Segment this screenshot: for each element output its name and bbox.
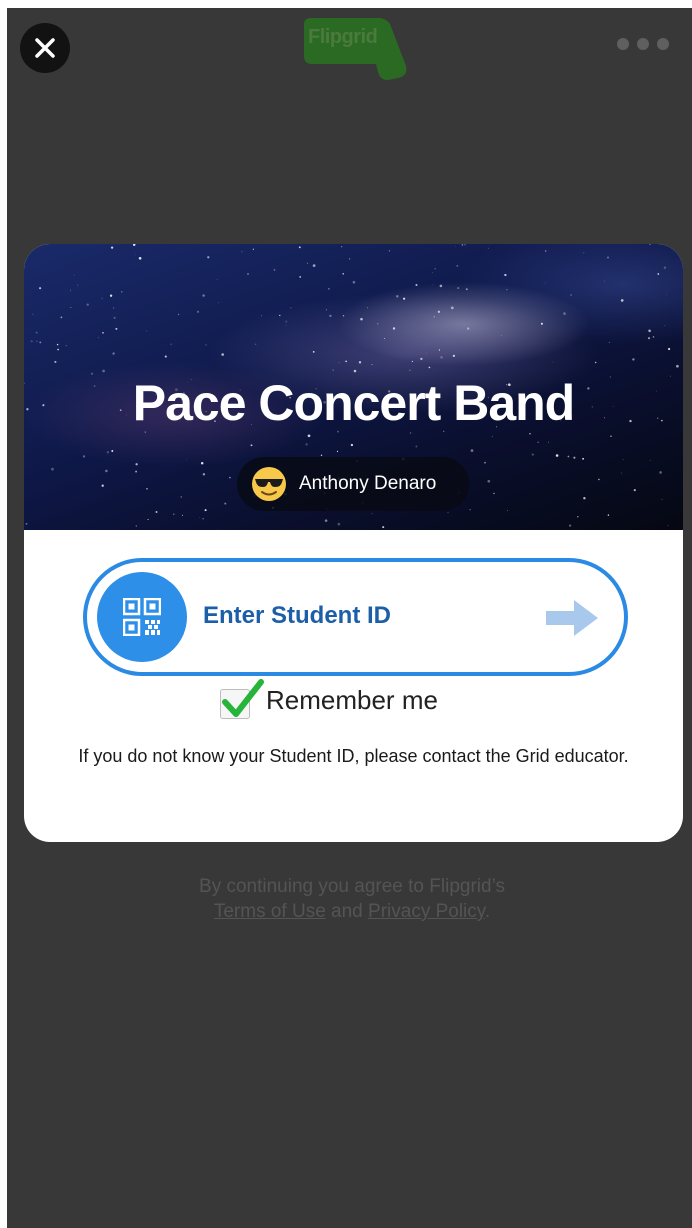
student-id-button[interactable]: Enter Student ID: [83, 558, 628, 676]
remember-me-label: Remember me: [266, 684, 438, 715]
arrow-right-icon: [546, 600, 598, 636]
qr-code-icon: [123, 598, 161, 636]
remember-me-toggle[interactable]: Remember me: [220, 676, 438, 724]
grid-title: Pace Concert Band: [132, 375, 575, 431]
qr-scan-button[interactable]: [97, 572, 187, 662]
logo-text: Flipgrid: [308, 26, 378, 48]
remember-me-checkbox[interactable]: [220, 679, 264, 719]
legal-suffix: .: [484, 901, 491, 922]
more-horizontal-icon: [617, 38, 629, 50]
owner-name: Anthony Denaro: [299, 473, 437, 494]
legal-notice: By continuing you agree to Flipgrid’s Te…: [107, 874, 597, 924]
checkmark-icon: [222, 679, 264, 717]
close-icon: [35, 38, 55, 58]
app-screen: Flipgrid Pace Concert Band Anthony Denar…: [7, 8, 692, 1228]
grid-cover-image: Pace Concert Band Anthony Denaro: [24, 244, 683, 530]
student-id-help-text: If you do not know your Student ID, plea…: [78, 746, 629, 766]
join-grid-modal: Pace Concert Band Anthony Denaro Enter S…: [24, 244, 683, 842]
flipgrid-logo: Flipgrid: [300, 16, 410, 82]
sunglasses-emoji-icon: [252, 467, 286, 501]
legal-joiner: and: [331, 901, 363, 922]
close-button[interactable]: [20, 23, 70, 73]
grid-owner-badge: Anthony Denaro: [237, 457, 469, 511]
legal-prefix: By continuing you agree to Flipgrid’s: [199, 876, 505, 897]
terms-of-use-link[interactable]: Terms of Use: [214, 901, 326, 922]
student-id-label: Enter Student ID: [203, 602, 392, 629]
more-dot: [637, 38, 649, 50]
more-options-button[interactable]: [617, 32, 669, 56]
more-dot: [657, 38, 669, 50]
privacy-policy-link[interactable]: Privacy Policy: [368, 901, 485, 922]
